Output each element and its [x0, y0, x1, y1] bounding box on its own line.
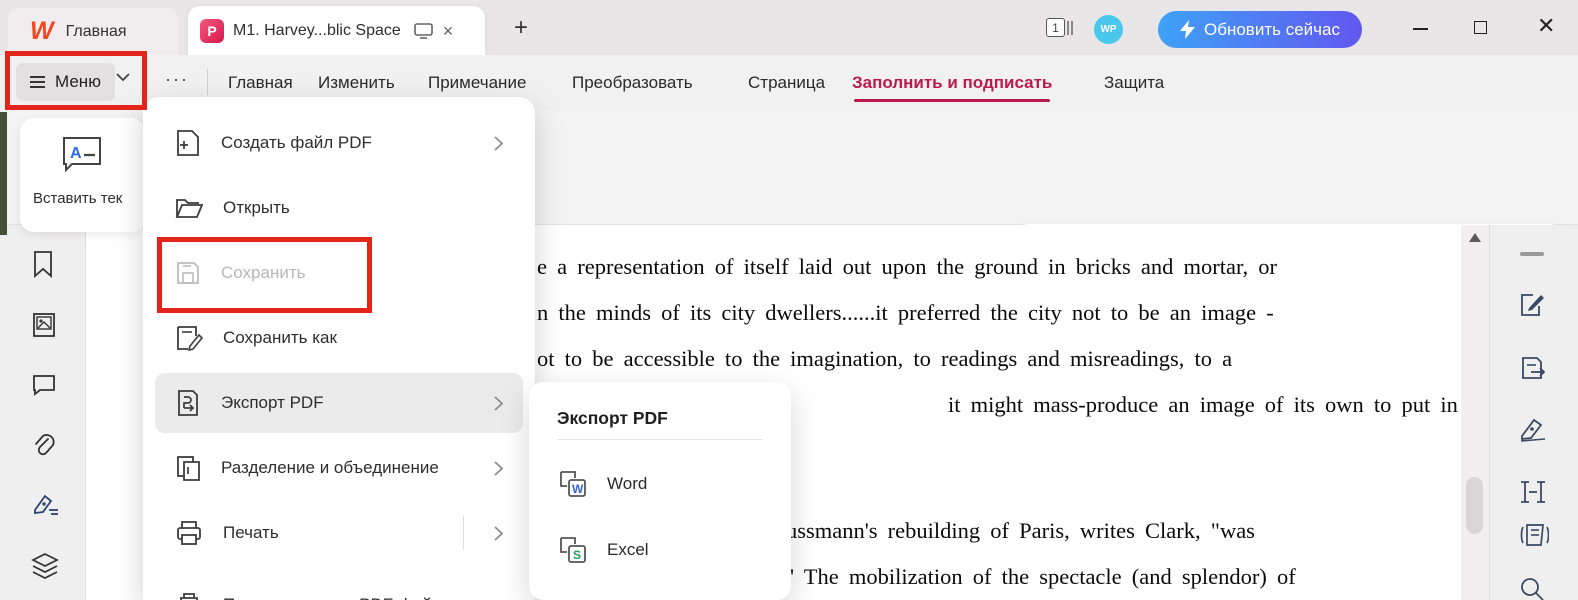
annotation-box-menu [5, 51, 147, 110]
close-window-button[interactable]: ✕ [1537, 15, 1555, 37]
more-tabs-icon[interactable]: ··· [165, 69, 189, 90]
menu-item-print[interactable]: Печать [155, 503, 523, 563]
menu-item-label: Печать [223, 523, 279, 542]
open-folder-icon [175, 199, 203, 218]
layers-icon[interactable] [31, 552, 59, 580]
menu-item-open[interactable]: Открыть [155, 178, 523, 238]
window-count-badge[interactable]: 1 [1046, 18, 1073, 37]
new-pdf-icon [177, 130, 199, 156]
bookmark-icon[interactable] [31, 250, 55, 278]
svg-text:A: A [70, 145, 82, 162]
chevron-right-icon [494, 135, 503, 151]
home-tab-label: Главная [65, 22, 127, 40]
document-text-line: ussmann's rebuilding of Paris, writes Cl… [786, 518, 1255, 543]
compress-icon[interactable] [1519, 521, 1549, 549]
document-text-line: e a representation of itself laid out up… [537, 254, 1278, 279]
scrollbar-up-icon[interactable] [1469, 233, 1481, 242]
search-icon[interactable] [1519, 576, 1545, 600]
menu-item-split-merge[interactable]: Разделение и объединение [155, 438, 523, 498]
divider [207, 69, 208, 95]
insert-text-label: Вставить тек [33, 190, 123, 207]
divider [463, 516, 464, 550]
vertical-scrollbar[interactable] [1461, 225, 1489, 600]
chevron-right-icon [494, 460, 503, 476]
split-merge-icon [177, 456, 200, 481]
export-pdf-submenu: Экспорт PDF W Word S Excel [529, 382, 791, 600]
divider [557, 439, 763, 440]
menu-item-label: Разделение и объединение [221, 458, 439, 477]
print-icon [177, 521, 201, 545]
minimize-button[interactable] [1413, 18, 1428, 30]
app-window: W Главная P M1. Harvey...blic Space × + … [0, 0, 1578, 600]
save-as-icon [177, 326, 203, 352]
batch-print-icon [180, 593, 198, 600]
svg-text:S: S [573, 548, 581, 562]
submenu-item-word[interactable]: W Word [543, 458, 777, 510]
avatar[interactable]: WP [1094, 15, 1123, 44]
export-pdf-icon [178, 390, 198, 416]
split-columns-icon[interactable] [1519, 480, 1547, 504]
submenu-item-label: Word [607, 474, 648, 493]
menu-item-batch-print[interactable]: Пакетная печать PDF-файлов [155, 575, 523, 600]
menu-item-label: Сохранить как [223, 328, 337, 347]
lightning-icon [1180, 20, 1195, 39]
menu-item-label: Экспорт PDF [221, 393, 324, 412]
signature-icon[interactable] [31, 492, 61, 520]
annotation-box-save [157, 237, 372, 313]
sign-pen-icon[interactable] [1519, 416, 1547, 442]
insert-text-tool[interactable]: A Вставить тек [20, 118, 145, 232]
export-file-icon[interactable] [1519, 355, 1547, 381]
excel-icon: S [560, 537, 586, 563]
submenu-item-label: Excel [607, 540, 649, 559]
document-text-line: n the minds of its city dwellers......it… [537, 300, 1274, 325]
document-text-line: it might mass-produce an image of its ow… [948, 392, 1458, 417]
chevron-right-icon [494, 525, 503, 541]
monitor-icon[interactable] [413, 22, 433, 39]
tab-bar: W Главная P M1. Harvey...blic Space × + … [0, 0, 1578, 55]
upgrade-label: Обновить сейчас [1204, 19, 1340, 39]
submenu-title: Экспорт PDF [557, 408, 668, 428]
menu-item-label: Пакетная печать PDF-файлов [223, 595, 503, 600]
edit-icon[interactable] [1519, 292, 1545, 318]
close-tab-icon[interactable]: × [443, 21, 454, 41]
left-sidebar [0, 225, 86, 600]
document-text-line: ' The mobilization of the spectacle (and… [790, 564, 1296, 589]
document-tab-title: M1. Harvey...blic Space [233, 21, 401, 39]
file-menu: Создать файл PDF Открыть Сохранить Сохра… [143, 97, 535, 600]
pdf-file-icon: P [200, 18, 224, 43]
document-text-line: ot to be accessible to the imagination, … [537, 346, 1233, 371]
menu-item-label: Открыть [223, 198, 290, 217]
thumbnails-icon[interactable] [31, 312, 57, 338]
svg-text:W: W [572, 482, 584, 496]
attachment-icon[interactable] [31, 432, 57, 458]
word-icon: W [560, 471, 586, 497]
ribbon-tab-page[interactable]: Страница [748, 55, 825, 110]
ribbon-tab-fill-sign[interactable]: Заполнить и подписать [852, 55, 1052, 110]
document-tab[interactable]: P M1. Harvey...blic Space × [188, 6, 485, 55]
window-stack-icon [1067, 20, 1073, 35]
window-count-number: 1 [1046, 18, 1065, 37]
new-tab-icon[interactable]: + [514, 16, 528, 40]
insert-text-icon: A [63, 137, 101, 173]
scrollbar-thumb[interactable] [1466, 477, 1483, 534]
chevron-right-icon [494, 395, 503, 411]
upgrade-button[interactable]: Обновить сейчас [1158, 11, 1362, 48]
ribbon-tab-convert[interactable]: Преобразовать [572, 55, 693, 110]
menu-item-save-as[interactable]: Сохранить как [155, 308, 523, 368]
comment-icon[interactable] [31, 373, 57, 397]
maximize-button[interactable] [1474, 18, 1487, 34]
submenu-item-excel[interactable]: S Excel [543, 524, 777, 576]
ribbon-tab-protect[interactable]: Защита [1104, 55, 1164, 110]
desktop-sliver [0, 112, 7, 235]
menu-item-label: Создать файл PDF [221, 133, 372, 152]
wps-logo-icon: W [30, 17, 54, 45]
menu-item-export-pdf[interactable]: Экспорт PDF [155, 373, 523, 433]
home-tab[interactable]: W Главная [8, 8, 178, 55]
menu-item-create-pdf[interactable]: Создать файл PDF [155, 113, 523, 173]
panel-drag-handle[interactable] [1520, 252, 1544, 256]
